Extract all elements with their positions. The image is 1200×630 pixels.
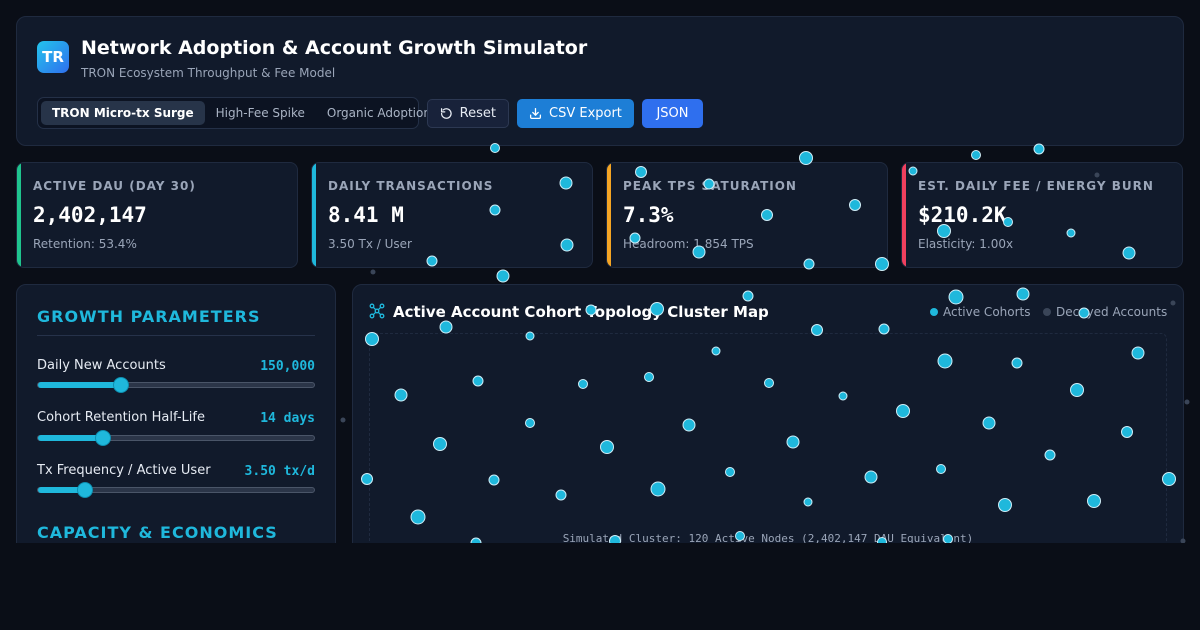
legend-decayed-dot — [1043, 308, 1051, 316]
kpi-card-active-dau: ACTIVE DAU (DAY 30) 2,402,147 Retention:… — [16, 162, 298, 268]
param-value-retention-half-life: 14 days — [260, 411, 315, 426]
growth-parameters-title: GROWTH PARAMETERS — [37, 307, 261, 326]
decayed-account-node — [1184, 399, 1190, 405]
kpi-card-peak-tps: PEAK TPS SATURATION 7.3% Headroom: 1,854… — [606, 162, 888, 268]
page-bottom-background — [0, 543, 1200, 630]
kpi-label: ACTIVE DAU (DAY 30) — [33, 179, 196, 193]
daily-new-accounts-slider[interactable] — [37, 377, 315, 393]
slider-thumb[interactable] — [112, 377, 129, 393]
kpi-subtext: Retention: 53.4% — [33, 237, 137, 251]
app-logo: TR — [37, 41, 69, 73]
kpi-subtext: Headroom: 1,854 TPS — [623, 237, 754, 251]
csv-export-label: CSV Export — [549, 106, 622, 121]
kpi-accent-bar — [607, 163, 611, 267]
capacity-economics-title: CAPACITY & ECONOMICS — [37, 523, 278, 542]
param-label-tx-frequency: Tx Frequency / Active User — [37, 463, 211, 478]
kpi-card-daily-transactions: DAILY TRANSACTIONS 8.41 M 3.50 Tx / User — [311, 162, 593, 268]
section-divider — [37, 335, 315, 336]
legend-active-label: Active Cohorts — [943, 305, 1031, 319]
kpi-accent-bar — [17, 163, 21, 267]
kpi-accent-bar — [312, 163, 316, 267]
kpi-subtext: Elasticity: 1.00x — [918, 237, 1014, 251]
kpi-value: 7.3% — [623, 203, 674, 227]
preset-high-fee-spike[interactable]: High-Fee Spike — [205, 101, 316, 125]
kpi-label: PEAK TPS SATURATION — [623, 179, 797, 193]
kpi-label: EST. DAILY FEE / ENERGY BURN — [918, 179, 1154, 193]
kpi-value: 2,402,147 — [33, 203, 147, 227]
json-export-button[interactable]: JSON — [642, 99, 703, 128]
kpi-value: $210.2K — [918, 203, 1007, 227]
cluster-network-icon — [369, 303, 385, 319]
slider-thumb[interactable] — [77, 482, 94, 498]
legend-decayed-accounts: Decayed Accounts — [1043, 305, 1167, 319]
reset-label: Reset — [459, 106, 496, 121]
preset-selector: TRON Micro-tx Surge High-Fee Spike Organ… — [37, 97, 431, 129]
reset-icon — [440, 108, 452, 119]
cluster-map-panel: Active Account Cohort Topology Cluster M… — [352, 284, 1184, 584]
retention-half-life-slider[interactable] — [37, 430, 315, 446]
active-cohort-node — [971, 150, 981, 160]
kpi-label: DAILY TRANSACTIONS — [328, 179, 494, 193]
download-icon — [529, 107, 542, 120]
page-subtitle: TRON Ecosystem Throughput & Fee Model — [81, 66, 336, 80]
param-value-tx-frequency: 3.50 tx/d — [244, 464, 315, 479]
legend-decayed-label: Decayed Accounts — [1056, 305, 1168, 319]
legend-active-cohorts: Active Cohorts — [930, 305, 1031, 319]
page-title: Network Adoption & Account Growth Simula… — [81, 37, 588, 59]
kpi-value: 8.41 M — [328, 203, 404, 227]
csv-export-button[interactable]: CSV Export — [517, 99, 634, 128]
param-label-daily-new-accounts: Daily New Accounts — [37, 358, 166, 373]
app-header: TR Network Adoption & Account Growth Sim… — [16, 16, 1184, 146]
legend-active-dot — [930, 308, 938, 316]
active-cohort-node — [496, 269, 510, 283]
preset-tron-micro-tx-surge[interactable]: TRON Micro-tx Surge — [41, 101, 205, 125]
decayed-account-node — [340, 417, 346, 423]
slider-fill — [38, 435, 104, 441]
param-label-retention-half-life: Cohort Retention Half-Life — [37, 410, 205, 425]
tx-frequency-slider[interactable] — [37, 482, 315, 498]
slider-fill — [38, 382, 121, 388]
kpi-card-daily-fee: EST. DAILY FEE / ENERGY BURN $210.2K Ela… — [901, 162, 1183, 268]
slider-thumb[interactable] — [95, 430, 112, 446]
param-value-daily-new-accounts: 150,000 — [260, 359, 315, 374]
kpi-subtext: 3.50 Tx / User — [328, 237, 412, 251]
reset-button[interactable]: Reset — [427, 99, 509, 128]
decayed-account-node — [370, 269, 376, 275]
growth-parameters-panel: GROWTH PARAMETERS Daily New Accounts 150… — [16, 284, 336, 584]
cluster-map-title: Active Account Cohort Topology Cluster M… — [393, 303, 769, 321]
kpi-accent-bar — [902, 163, 906, 267]
preset-organic-adoption[interactable]: Organic Adoption — [316, 101, 442, 125]
